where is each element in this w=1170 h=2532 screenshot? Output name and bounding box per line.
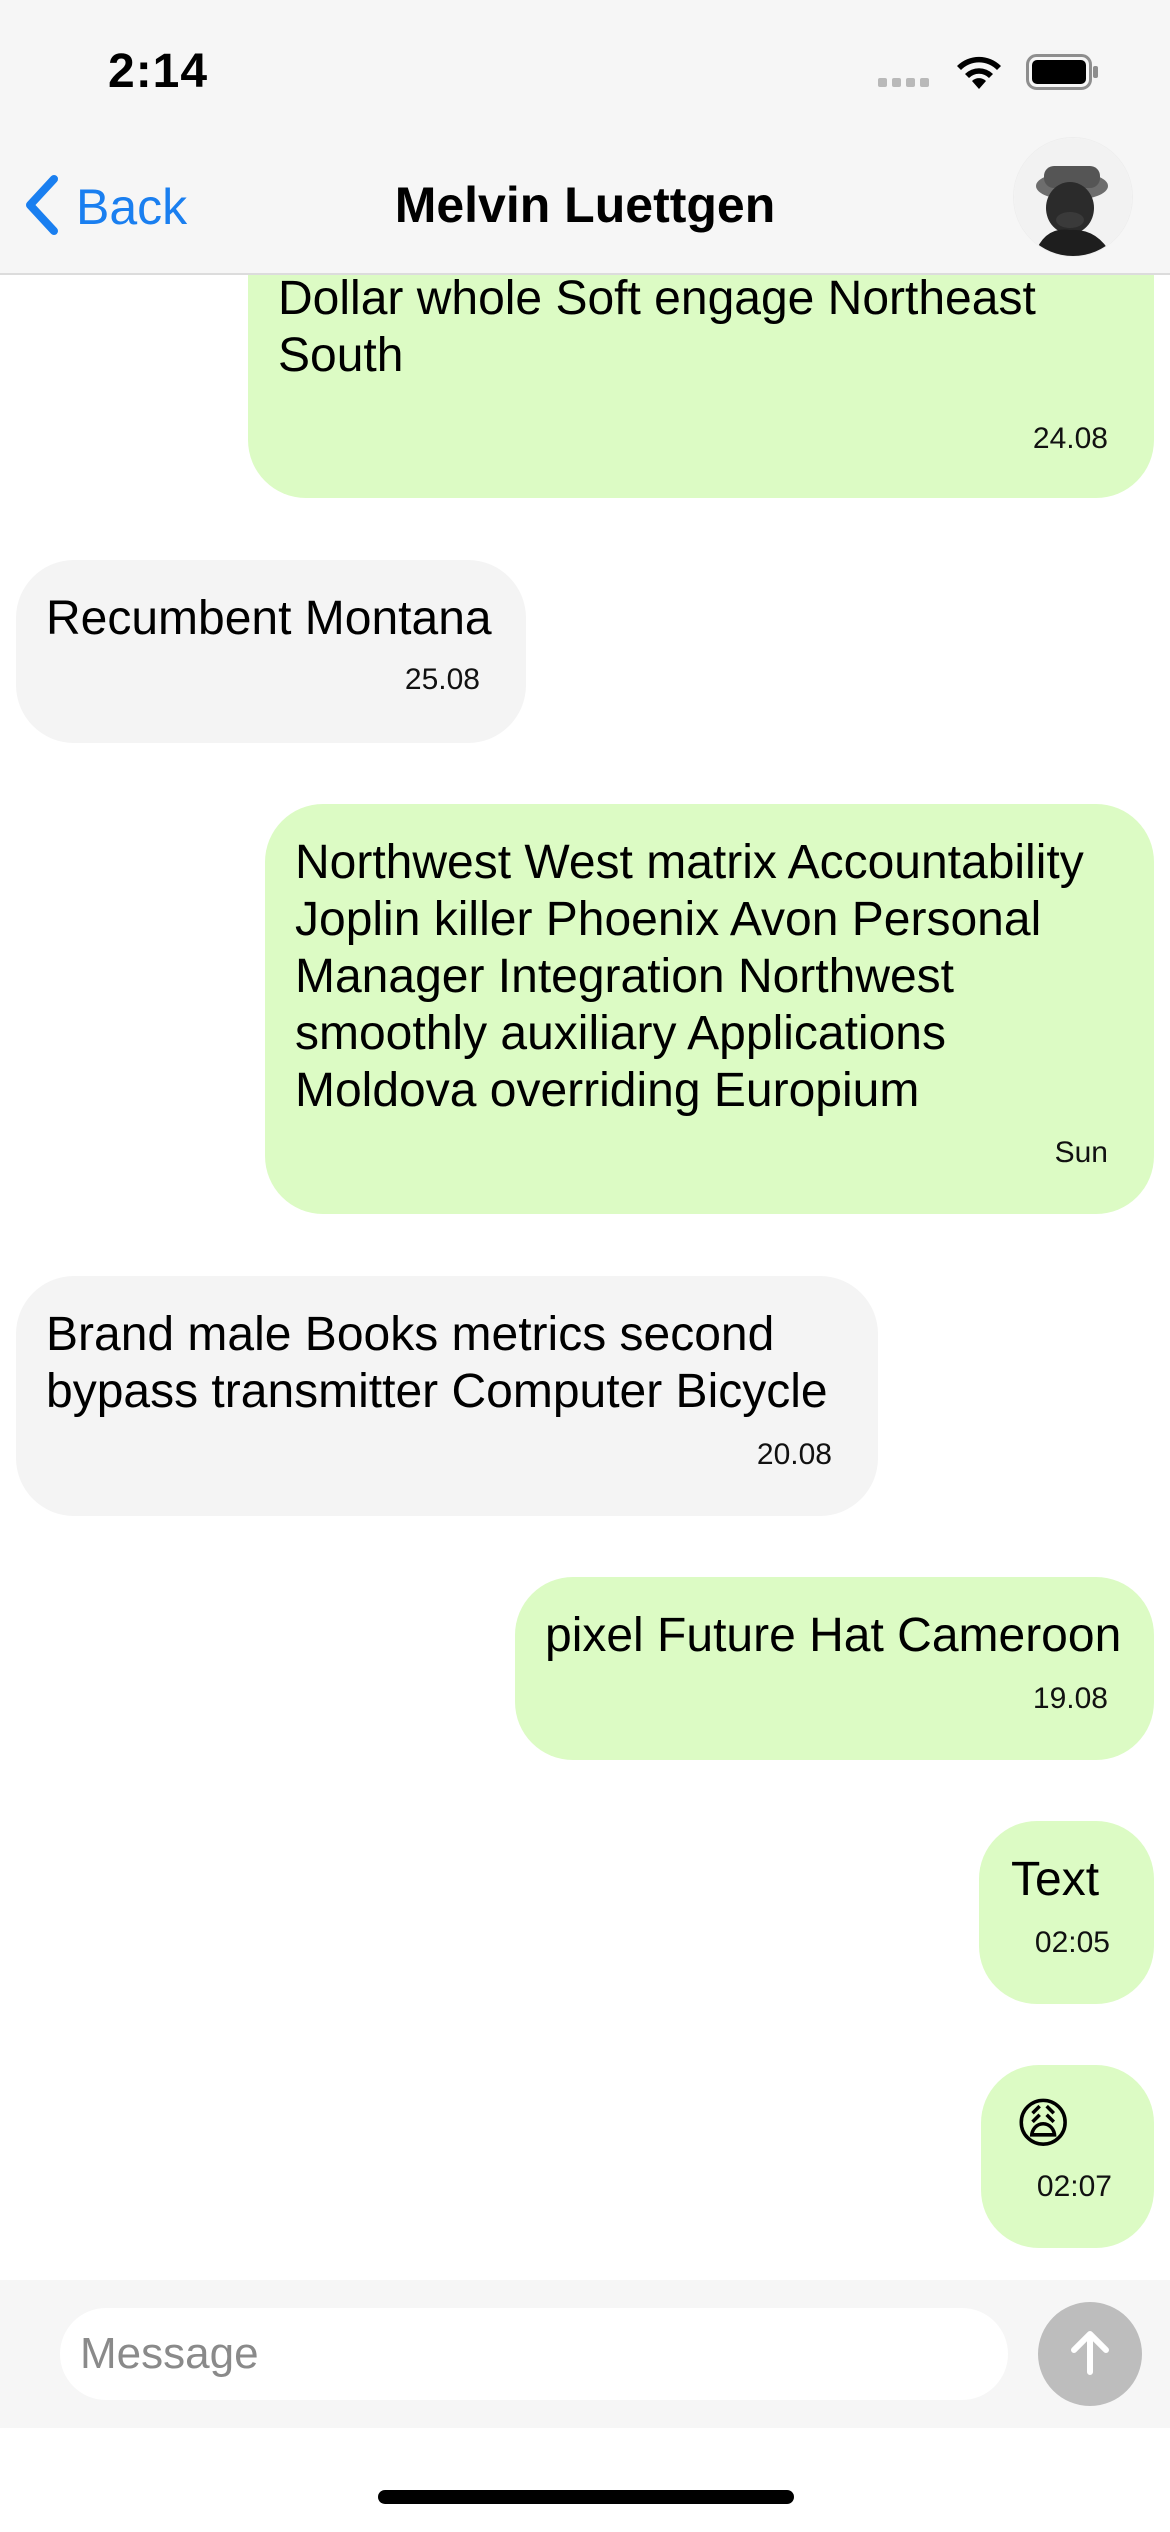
message-bubble-incoming[interactable]: Recumbent Montana 25.08 xyxy=(16,560,526,743)
message-text: Brand male Books metrics second bypass t… xyxy=(46,1308,828,1418)
message-timestamp: Sun xyxy=(1054,1136,1108,1169)
message-text: Northwest West matrix Accountability Jop… xyxy=(295,836,1084,1117)
navigation-bar: 2:14 Back Melvin Luettgen xyxy=(0,0,1170,275)
message-thread[interactable]: Latin Northwest of Malaysia while New Do… xyxy=(0,0,1170,2280)
message-timestamp: 02:07 xyxy=(1036,2170,1112,2203)
message-text: pixel Future Hat Cameroon xyxy=(545,1609,1122,1662)
message-bubble-incoming[interactable]: Brand male Books metrics second bypass t… xyxy=(16,1276,878,1516)
message-bubble-outgoing[interactable]: pixel Future Hat Cameroon 19.08 xyxy=(515,1577,1154,1760)
message-timestamp: 20.08 xyxy=(756,1438,832,1471)
conversation-title: Melvin Luettgen xyxy=(394,177,776,233)
contact-avatar[interactable] xyxy=(1014,138,1132,256)
status-time: 2:14 xyxy=(108,45,209,98)
message-bubble-outgoing[interactable]: Text 02:05 xyxy=(979,1821,1154,2004)
message-bubble-outgoing[interactable]: 😩 02:07 xyxy=(981,2065,1154,2248)
message-composer xyxy=(0,2280,1170,2428)
cellular-signal-icon xyxy=(878,57,932,87)
status-indicators xyxy=(878,52,1100,92)
message-input[interactable] xyxy=(60,2308,1008,2400)
message-text: 😩 xyxy=(1015,2092,1072,2155)
send-button[interactable] xyxy=(1038,2302,1142,2406)
message-timestamp: 19.08 xyxy=(1032,1682,1108,1715)
message-text: Recumbent Montana xyxy=(46,592,492,645)
arrow-up-icon xyxy=(1062,2324,1118,2385)
home-indicator xyxy=(378,2490,794,2504)
message-text: Text xyxy=(1011,1853,1100,1906)
message-bubble-outgoing[interactable]: Northwest West matrix Accountability Jop… xyxy=(265,804,1154,1214)
message-timestamp: 25.08 xyxy=(404,663,480,696)
message-timestamp: 24.08 xyxy=(1032,422,1108,455)
wifi-icon xyxy=(954,53,1004,91)
message-timestamp: 02:05 xyxy=(1034,1926,1110,1959)
battery-icon xyxy=(1026,54,1100,90)
